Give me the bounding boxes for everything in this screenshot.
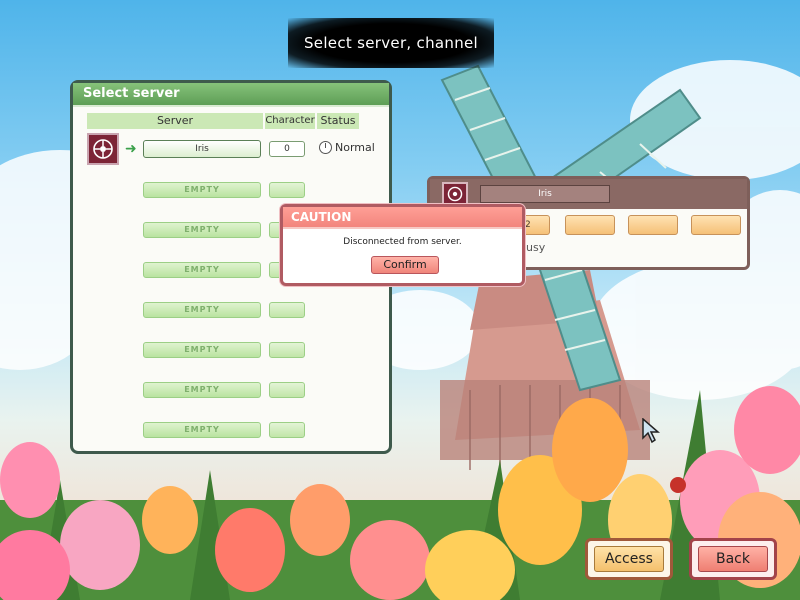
caution-message: Disconnected from server. xyxy=(343,237,462,247)
character-count-empty xyxy=(269,422,305,438)
server-slot-empty[interactable]: EMPTY xyxy=(143,342,261,358)
server-slot-empty[interactable]: EMPTY xyxy=(143,222,261,238)
channel-emblem-icon xyxy=(442,182,468,206)
channel-button[interactable] xyxy=(691,215,741,235)
server-panel-header: Select server xyxy=(73,83,389,107)
page-title: Select server, channel xyxy=(288,18,494,68)
access-button-label: Access xyxy=(594,546,664,572)
character-count-empty xyxy=(269,342,305,358)
server-slot-empty[interactable]: EMPTY xyxy=(143,302,261,318)
status-clock-icon xyxy=(319,141,332,154)
character-count-empty xyxy=(269,382,305,398)
caution-title: CAUTION xyxy=(283,207,522,229)
character-count: 0 xyxy=(269,141,305,157)
channel-button[interactable] xyxy=(565,215,615,235)
server-slot-empty[interactable]: EMPTY xyxy=(143,182,261,198)
column-header-character: Character xyxy=(265,113,315,129)
character-count-empty xyxy=(269,302,305,318)
selected-arrow-icon: ➜ xyxy=(125,141,137,157)
server-slot-empty[interactable]: EMPTY xyxy=(143,422,261,438)
channel-status-text: usy xyxy=(526,241,546,254)
server-emblem-icon xyxy=(87,133,119,165)
caution-dialog: CAUTION Disconnected from server. Confir… xyxy=(280,204,525,286)
mouse-cursor-icon xyxy=(642,418,661,444)
channel-server-name: Iris xyxy=(480,185,610,203)
server-slot-empty[interactable]: EMPTY xyxy=(143,382,261,398)
access-button[interactable]: Access xyxy=(585,538,673,580)
confirm-button[interactable]: Confirm xyxy=(371,256,439,274)
column-header-status: Status xyxy=(317,113,359,129)
server-slot-iris[interactable]: Iris xyxy=(143,140,261,158)
back-button-label: Back xyxy=(698,546,768,572)
back-button[interactable]: Back xyxy=(689,538,777,580)
ladybug-icon xyxy=(670,477,686,493)
column-header-server: Server xyxy=(87,113,263,129)
channel-button[interactable] xyxy=(628,215,678,235)
server-status: Normal xyxy=(319,141,375,154)
status-text: Normal xyxy=(335,141,375,154)
character-count-empty xyxy=(269,182,305,198)
server-slot-empty[interactable]: EMPTY xyxy=(143,262,261,278)
